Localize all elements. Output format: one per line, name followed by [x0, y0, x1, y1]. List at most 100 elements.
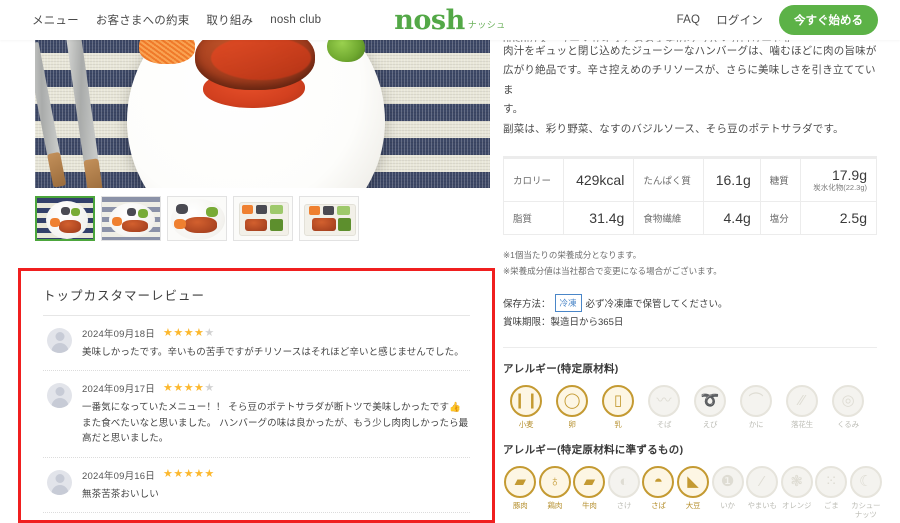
nav-item-initiatives[interactable]: 取り組み — [206, 12, 253, 28]
view-all-reviews-link[interactable]: すべてのレビュー(1953件)を見る❯ — [43, 513, 470, 523]
allergy-secondary-title: アレルギー(特定原材料に準ずるもの) — [503, 443, 684, 456]
thumbnail-3[interactable] — [167, 196, 227, 241]
allergen-cashew[interactable]: ☾ カシューナッツ — [848, 465, 883, 520]
allergen-label: 落花生 — [791, 419, 813, 429]
allergen-label: 牛肉 — [582, 500, 597, 510]
allergen-shrimp-icon: ➰ — [694, 384, 726, 417]
thumbnail-4[interactable] — [233, 196, 293, 241]
right-column: noshのメニュー・サイズとおおよそのグラム・カロリーです。 肉汁をギュッと閉じ… — [503, 32, 883, 523]
thumbnail-1[interactable] — [35, 196, 95, 241]
allergen-salmon-icon: ◐ — [607, 465, 640, 498]
allergen-pork[interactable]: ▰ 豚肉 — [503, 465, 538, 520]
allergen-orange[interactable]: ❃ オレンジ — [779, 465, 814, 520]
review-item: 2024年09月16日 ★★★★★ 無茶苦茶おいしい — [43, 458, 470, 513]
allergen-label: くるみ — [837, 419, 859, 429]
allergy-primary-section: アレルギー(特定原材料) ❙❙ 小麦 ◯ 卵 ▯ 乳 〰そば ➰ えび ⌒ かに ⁄⁄ 落花… — [503, 361, 883, 429]
nav-item-nosh-club[interactable]: nosh club — [270, 14, 321, 26]
allergen-milk[interactable]: ▯ 乳 — [595, 384, 641, 429]
site-header: メニュー お客さまへの約束 取り組み nosh club nosh ナッシュ F… — [0, 0, 900, 40]
review-text: 一番気になっていたメニュー！！ そら豆のポテトサラダが断トツで美味しかったです👍… — [82, 402, 469, 445]
allergen-buckwheat[interactable]: 〰そば — [641, 384, 687, 429]
description-line-1: 肉汁をギュッと閉じ込めたジューシーなハンバーグは、噛むほどに肉の旨味が — [503, 45, 877, 57]
carrot-salad — [139, 36, 195, 64]
nutrition-label: カロリー — [503, 157, 564, 203]
allergen-label: いか — [720, 500, 735, 510]
sauce-overlay — [211, 36, 311, 80]
expiry-label: 賞味期限： — [503, 317, 551, 329]
allergen-sesame[interactable]: ⁙ ごま — [814, 465, 849, 520]
nav-item-login[interactable]: ログイン — [716, 12, 763, 28]
allergen-label: カシューナッツ — [851, 500, 881, 520]
allergen-label: さけ — [616, 500, 632, 510]
product-description: noshのメニュー・サイズとおおよそのグラム・カロリーです。 肉汁をギュッと閉じ… — [503, 32, 883, 139]
allergen-squid[interactable]: ❶ いか — [710, 465, 745, 520]
allergen-shrimp[interactable]: ➰ えび — [687, 384, 733, 429]
product-hero-image[interactable] — [35, 36, 490, 188]
allergen-milk-icon: ▯ — [602, 384, 634, 417]
review-text: 美味しかったです。辛いもの苦手ですがチリソースはそれほど辛いと感じませんでした。 — [82, 347, 464, 358]
nutrition-label: 脂質 — [503, 201, 564, 236]
expiry-text: 製造日から365日 — [550, 317, 624, 329]
nav-item-faq[interactable]: FAQ — [677, 14, 701, 26]
review-text: 無茶苦茶おいしい — [82, 488, 159, 500]
allergen-wheat[interactable]: ❙❙ 小麦 — [503, 384, 549, 429]
start-now-button[interactable]: 今すぐ始める — [779, 5, 878, 35]
allergen-chicken[interactable]: ♁ 鶏肉 — [538, 465, 573, 520]
allergen-label: えび — [702, 419, 718, 429]
allergen-orange-icon: ❃ — [780, 465, 813, 498]
allergen-label: そば — [656, 419, 672, 429]
allergen-crab[interactable]: ⌒ かに — [733, 384, 779, 429]
thumbnail-gallery — [35, 196, 497, 241]
thumbnail-5[interactable] — [299, 196, 359, 241]
allergen-soy-icon: ◣ — [677, 465, 709, 498]
expiry-row: 賞味期限：製造日から365日 — [503, 314, 883, 333]
avatar — [47, 328, 72, 353]
allergen-beef[interactable]: ▰ 牛肉 — [572, 465, 607, 520]
allergen-label: 豚肉 — [512, 500, 528, 510]
star-rating: ★★★★★ — [162, 468, 215, 480]
allergen-egg[interactable]: ◯ 卵 — [549, 384, 595, 429]
allergen-sesame-icon: ⁙ — [815, 465, 848, 498]
review-section-title: トップカスタマーレビュー — [43, 285, 470, 316]
section-divider — [503, 346, 877, 348]
nav-item-menu[interactable]: メニュー — [32, 12, 79, 28]
allergen-buckwheat-icon: 〰 — [648, 384, 680, 417]
allergen-egg-icon: ◯ — [556, 384, 588, 417]
storage-method-label: 保存方法： — [503, 298, 551, 310]
nutrition-note-1: ※1個当たりの栄養成分となります。 — [503, 250, 642, 261]
description-line-4: 副菜は、彩り野菜、なすのバジルソース、そら豆のポテトサラダです。 — [503, 122, 844, 135]
secondary-nav: FAQ ログイン 今すぐ始める — [677, 5, 878, 35]
nutrition-value: 2.5g — [799, 201, 878, 236]
review-item: 2024年09月17日 ★★★★★ 一番気になっていたメニュー！！ そら豆のポテ… — [43, 371, 470, 458]
allergen-label: オレンジ — [782, 500, 812, 510]
avatar — [47, 383, 72, 409]
review-date: 2024年09月16日 — [82, 470, 155, 482]
star-rating: ★★★★★ — [162, 381, 215, 394]
allergen-label: 乳 — [614, 419, 622, 429]
allergy-primary-title: アレルギー(特定原材料) — [503, 362, 619, 375]
nutrition-subvalue: 炭水化物(22.3g) — [813, 183, 867, 193]
allergen-peanut[interactable]: ⁄⁄ 落花生 — [779, 384, 825, 429]
allergen-salmon[interactable]: ◐ さけ — [607, 465, 642, 520]
nav-item-promise[interactable]: お客さまへの約束 — [96, 12, 190, 28]
nutrition-value: 429kcal — [562, 157, 635, 203]
review-date: 2024年09月17日 — [82, 384, 155, 396]
allergen-pork-icon: ▰ — [504, 465, 537, 498]
nutrition-value: 16.1g — [703, 157, 761, 203]
allergen-mackerel[interactable]: ◓ さば — [641, 465, 676, 520]
allergen-walnut[interactable]: ◎ くるみ — [825, 384, 871, 429]
allergen-wheat-icon: ❙❙ — [510, 384, 542, 417]
allergen-yam[interactable]: ⁄ やまいも — [745, 465, 780, 520]
nutrition-label: たんぱく質 — [633, 157, 705, 203]
site-logo[interactable]: nosh ナッシュ — [394, 7, 506, 34]
allergen-soy[interactable]: ◣ 大豆 — [676, 465, 711, 520]
nutrition-label: 塩分 — [759, 201, 801, 236]
frozen-badge: 冷凍 — [554, 293, 582, 313]
review-item: 2024年09月18日 ★★★★★ 美味しかったです。辛いもの苦手ですがチリソー… — [43, 316, 470, 372]
storage-info: 保存方法： 冷凍 必ず冷凍庫で保管してください。 賞味期限：製造日から365日 — [503, 293, 883, 333]
allergen-label: さば — [651, 500, 666, 510]
logo-wordmark: nosh — [394, 4, 465, 36]
allergen-yam-icon: ⁄ — [746, 465, 779, 498]
nutrition-label: 糖質 — [759, 157, 801, 203]
thumbnail-2[interactable] — [101, 196, 161, 241]
